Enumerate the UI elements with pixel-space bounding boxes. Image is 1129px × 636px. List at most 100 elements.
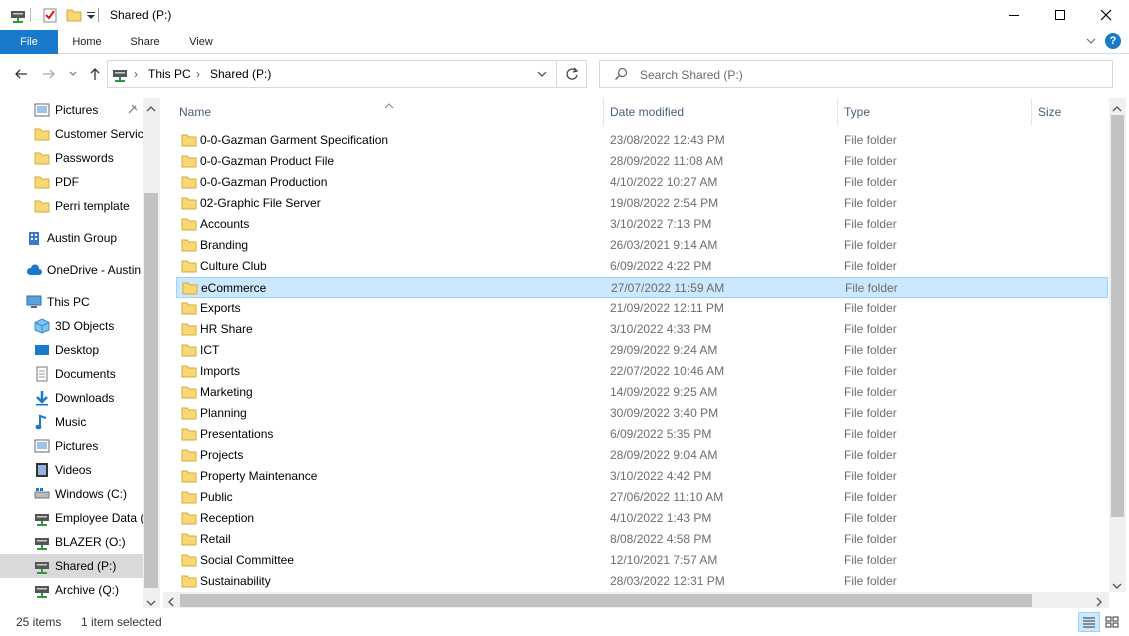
folder-icon xyxy=(181,343,197,360)
address-bar[interactable]: › This PC › Shared (P:) xyxy=(107,60,557,88)
file-row[interactable]: 0-0-Gazman Garment Specification 23/08/20… xyxy=(176,130,1108,151)
sidebar-item-desktop[interactable]: Desktop xyxy=(0,338,143,362)
file-name: 0-0-Gazman Garment Specification xyxy=(200,133,389,147)
file-row[interactable]: Culture Club 6/09/2022 4:22 PM File folder xyxy=(176,256,1108,277)
file-row[interactable]: Reception 4/10/2022 1:43 PM File folder xyxy=(176,508,1108,529)
tab-view[interactable]: View xyxy=(176,30,226,54)
sidebar-item-downloads[interactable]: Downloads xyxy=(0,386,143,410)
sidebar-item-windows-c[interactable]: Windows (C:) xyxy=(0,482,143,506)
search-input[interactable]: Search Shared (P:) xyxy=(640,68,743,82)
refresh-button[interactable] xyxy=(557,60,587,88)
sidebar-item-pictures-quick[interactable]: Pictures xyxy=(0,98,143,122)
scroll-up-icon[interactable] xyxy=(146,102,156,116)
scroll-right-icon[interactable] xyxy=(1095,596,1103,608)
close-button[interactable] xyxy=(1083,0,1129,30)
customize-toolbar-icon[interactable] xyxy=(86,7,102,23)
file-row[interactable]: 0-0-Gazman Product File 28/09/2022 11:08 … xyxy=(176,151,1108,172)
file-row[interactable]: Presentations 6/09/2022 5:35 PM File folde… xyxy=(176,424,1108,445)
folder-icon xyxy=(181,322,197,339)
desktop-icon xyxy=(34,342,50,358)
file-date: 28/03/2022 12:31 PM xyxy=(610,574,725,588)
file-date: 4/10/2022 10:27 AM xyxy=(610,175,718,189)
tab-file[interactable]: File xyxy=(0,30,58,54)
file-row[interactable]: Accounts 3/10/2022 7:13 PM File folder xyxy=(176,214,1108,235)
scroll-down-icon[interactable] xyxy=(1112,579,1122,593)
file-row[interactable]: Retail 8/08/2022 4:58 PM File folder xyxy=(176,529,1108,550)
file-row[interactable]: Branding 26/03/2021 9:14 AM File folder xyxy=(176,235,1108,256)
details-view-button[interactable] xyxy=(1078,612,1100,632)
scroll-down-icon[interactable] xyxy=(146,596,156,608)
file-row[interactable]: Projects 28/09/2022 9:04 AM File folder xyxy=(176,445,1108,466)
recent-locations-button[interactable] xyxy=(62,64,84,84)
scroll-left-icon[interactable] xyxy=(167,596,175,608)
breadcrumb-chevron-icon[interactable]: › xyxy=(196,67,200,81)
sidebar-item-3d-objects[interactable]: 3D Objects xyxy=(0,314,143,338)
expand-ribbon-icon[interactable] xyxy=(1085,35,1097,50)
file-row[interactable]: Sustainability 28/03/2022 12:31 PM File fo… xyxy=(176,571,1108,592)
vertical-scrollbar-thumb[interactable] xyxy=(1111,115,1124,517)
address-dropdown-icon[interactable] xyxy=(536,69,548,83)
column-date-modified[interactable]: Date modified xyxy=(604,98,838,126)
sidebar-item-archive[interactable]: Archive (Q:) xyxy=(0,578,143,602)
sidebar-item-onedrive[interactable]: OneDrive - Austin xyxy=(0,258,143,282)
separator xyxy=(98,8,99,22)
tab-home[interactable]: Home xyxy=(62,30,112,54)
up-button[interactable] xyxy=(84,64,106,84)
new-folder-icon[interactable] xyxy=(66,7,82,23)
title-bar: Shared (P:) xyxy=(0,0,1129,30)
column-type[interactable]: Type xyxy=(838,98,1032,126)
sidebar-item-documents[interactable]: Documents xyxy=(0,362,143,386)
file-row[interactable]: Exports 21/09/2022 12:11 PM File folder xyxy=(176,298,1108,319)
forward-button[interactable] xyxy=(38,64,60,84)
file-name: Property Maintenance xyxy=(200,469,318,483)
help-button[interactable]: ? xyxy=(1105,33,1121,49)
scroll-up-icon[interactable] xyxy=(1112,102,1122,116)
column-size[interactable]: Size xyxy=(1032,98,1109,126)
sidebar-item-pdf[interactable]: PDF xyxy=(0,170,143,194)
sidebar-item-customer-service[interactable]: Customer Servic xyxy=(0,122,143,146)
file-row[interactable]: 02-Graphic File Server 19/08/2022 2:54 PM… xyxy=(176,193,1108,214)
sidebar-item-videos[interactable]: Videos xyxy=(0,458,143,482)
breadcrumb-chevron-icon[interactable]: › xyxy=(134,67,138,81)
tab-share[interactable]: Share xyxy=(120,30,170,54)
file-row[interactable]: Property Maintenance 3/10/2022 4:42 PM Fil… xyxy=(176,466,1108,487)
file-row[interactable]: Public 27/06/2022 11:10 AM File folder xyxy=(176,487,1108,508)
file-row[interactable]: ICT 29/09/2022 9:24 AM File folder xyxy=(176,340,1108,361)
large-icons-view-icon xyxy=(1105,616,1119,628)
breadcrumb-shared[interactable]: Shared (P:) xyxy=(210,67,271,81)
breadcrumb-this-pc[interactable]: This PC xyxy=(148,67,191,81)
file-row[interactable]: 0-0-Gazman Production 4/10/2022 10:27 AM F… xyxy=(176,172,1108,193)
file-row[interactable]: Imports 22/07/2022 10:46 AM File folder xyxy=(176,361,1108,382)
sidebar-item-employee-data[interactable]: Employee Data ( xyxy=(0,506,143,530)
file-row[interactable]: Social Committee 12/10/2021 7:57 AM File f… xyxy=(176,550,1108,571)
file-row[interactable]: Marketing 14/09/2022 9:25 AM File folder xyxy=(176,382,1108,403)
large-icons-view-button[interactable] xyxy=(1101,612,1123,632)
maximize-button[interactable] xyxy=(1037,0,1083,30)
pin-icon[interactable] xyxy=(127,103,139,118)
folder-icon xyxy=(181,385,197,402)
minimize-button[interactable] xyxy=(991,0,1037,30)
sidebar-scrollbar-thumb[interactable] xyxy=(144,193,158,588)
sidebar-item-passwords[interactable]: Passwords xyxy=(0,146,143,170)
sidebar-item-blazer[interactable]: BLAZER (O:) xyxy=(0,530,143,554)
file-date: 3/10/2022 4:33 PM xyxy=(610,322,712,336)
sidebar-item-shared[interactable]: Shared (P:) xyxy=(0,554,143,578)
sidebar-item-perri-template[interactable]: Perri template xyxy=(0,194,143,218)
music-icon xyxy=(34,414,50,430)
cloud-icon xyxy=(26,262,42,278)
sidebar-item-this-pc[interactable]: This PC xyxy=(0,290,143,314)
horizontal-scrollbar-thumb[interactable] xyxy=(180,594,1032,607)
sort-ascending-icon xyxy=(384,98,394,112)
search-box[interactable]: Search Shared (P:) xyxy=(599,60,1113,88)
folder-icon xyxy=(181,511,197,528)
file-name: 0-0-Gazman Production xyxy=(200,175,328,189)
sidebar-item-pictures[interactable]: Pictures xyxy=(0,434,143,458)
properties-icon[interactable] xyxy=(42,7,58,23)
back-button[interactable] xyxy=(10,64,32,84)
file-row[interactable]: HR Share 3/10/2022 4:33 PM File folder xyxy=(176,319,1108,340)
file-row[interactable]: Planning 30/09/2022 3:40 PM File folder xyxy=(176,403,1108,424)
file-date: 22/07/2022 10:46 AM xyxy=(610,364,725,378)
sidebar-item-austin-group[interactable]: Austin Group xyxy=(0,226,143,250)
file-row[interactable]: eCommerce 27/07/2022 11:59 AM File folder xyxy=(176,277,1108,298)
sidebar-item-music[interactable]: Music xyxy=(0,410,143,434)
